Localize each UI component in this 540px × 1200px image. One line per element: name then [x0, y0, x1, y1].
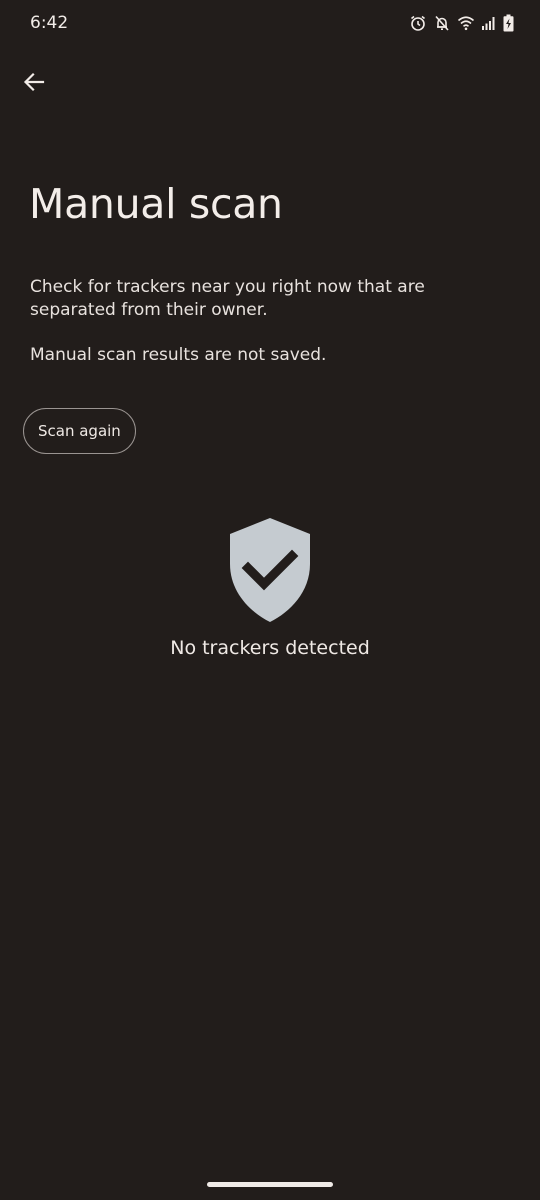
status-time: 6:42: [30, 13, 69, 33]
status-icons: [409, 14, 514, 32]
alarm-icon: [409, 14, 427, 32]
note-text: Manual scan results are not saved.: [30, 345, 327, 365]
wifi-icon: [457, 15, 475, 31]
notifications-off-icon: [433, 14, 451, 32]
status-bar: 6:42: [0, 0, 540, 48]
description-text: Check for trackers near you right now th…: [30, 277, 425, 320]
scan-result: No trackers detected: [0, 516, 540, 659]
navigation-handle[interactable]: [207, 1182, 333, 1187]
battery-charging-icon: [503, 14, 514, 32]
shield-check-icon: [226, 516, 314, 624]
arrow-back-icon: [23, 71, 45, 98]
scan-again-button[interactable]: Scan again: [23, 408, 136, 454]
result-text: No trackers detected: [170, 637, 370, 659]
back-button[interactable]: [18, 68, 50, 100]
signal-icon: [481, 15, 497, 31]
page-title: Manual scan: [29, 180, 283, 228]
